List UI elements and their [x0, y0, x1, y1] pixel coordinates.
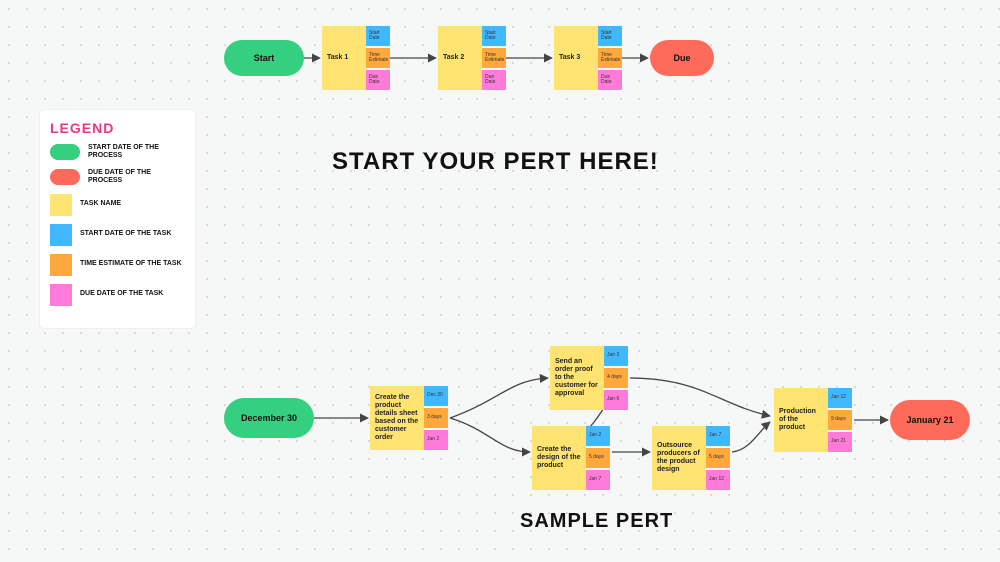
- legend-swatch-yellow: [50, 194, 72, 216]
- template-node-1-due: Due Date: [366, 70, 390, 90]
- sample-node-design-due: Jan 7: [586, 470, 610, 490]
- template-start-pill[interactable]: Start: [224, 40, 304, 76]
- legend-swatch-red: [50, 169, 80, 185]
- sample-due-label: January 21: [906, 415, 953, 425]
- sample-node-details-start: Dec 30: [424, 386, 448, 406]
- heading-start-pert: START YOUR PERT HERE!: [332, 148, 659, 176]
- sample-node-order-time: 4 days: [604, 368, 628, 388]
- template-node-3-task: Task 3: [554, 26, 598, 90]
- template-node-3-due: Due Date: [598, 70, 622, 90]
- sample-due-pill[interactable]: January 21: [890, 400, 970, 440]
- legend-row-taskdue: DUE DATE OF THE TASK: [50, 284, 185, 306]
- legend-swatch-pink: [50, 284, 72, 306]
- legend-row-due: DUE DATE OF THE PROCESS: [50, 169, 185, 186]
- legend-swatch-blue: [50, 224, 72, 246]
- legend-row-estimate: TIME ESTIMATE OF THE TASK: [50, 254, 185, 276]
- legend-panel: LEGEND START DATE OF THE PROCESS DUE DAT…: [40, 110, 195, 328]
- template-due-label: Due: [673, 53, 690, 63]
- template-node-2-due: Due Date: [482, 70, 506, 90]
- template-node-2-time: Time Estimate: [482, 48, 506, 68]
- template-node-3-time: Time Estimate: [598, 48, 622, 68]
- sample-node-outsource-task: Outsource producers of the product desig…: [652, 426, 706, 490]
- sample-node-outsource-start: Jan 7: [706, 426, 730, 446]
- sample-start-pill[interactable]: December 30: [224, 398, 314, 438]
- sample-node-design-start: Jan 2: [586, 426, 610, 446]
- template-node-1-task: Task 1: [322, 26, 366, 90]
- sample-node-production-task: Production of the product: [774, 388, 828, 452]
- legend-row-task: TASK NAME: [50, 194, 185, 216]
- sample-node-production-due: Jan 21: [828, 432, 852, 452]
- template-node-1-time: Time Estimate: [366, 48, 390, 68]
- heading-sample-pert: SAMPLE PERT: [520, 510, 673, 533]
- legend-swatch-green: [50, 144, 80, 160]
- template-due-pill[interactable]: Due: [650, 40, 714, 76]
- sample-node-design-time: 5 days: [586, 448, 610, 468]
- sample-node-order-start: Jan 2: [604, 346, 628, 366]
- sample-node-details-due: Jan 2: [424, 430, 448, 450]
- sample-node-production-start: Jan 12: [828, 388, 852, 408]
- sample-node-details-task: Create the product details sheet based o…: [370, 386, 424, 450]
- sample-start-label: December 30: [241, 413, 297, 423]
- legend-swatch-orange: [50, 254, 72, 276]
- template-node-2-task: Task 2: [438, 26, 482, 90]
- sample-node-order-task: Send an order proof to the customer for …: [550, 346, 604, 410]
- pert-canvas[interactable]: LEGEND START DATE OF THE PROCESS DUE DAT…: [0, 0, 1000, 562]
- legend-title: LEGEND: [50, 120, 185, 136]
- sample-node-order-due: Jan 6: [604, 390, 628, 410]
- template-node-1-start: Start Date: [366, 26, 390, 46]
- sample-node-design-task: Create the design of the product: [532, 426, 586, 490]
- sample-node-production-time: 9 days: [828, 410, 852, 430]
- sample-node-details-time: 3 days: [424, 408, 448, 428]
- template-start-label: Start: [254, 53, 275, 63]
- sample-node-outsource-due: Jan 12: [706, 470, 730, 490]
- template-node-3-start: Start Date: [598, 26, 622, 46]
- sample-node-outsource-time: 5 days: [706, 448, 730, 468]
- legend-row-start: START DATE OF THE PROCESS: [50, 144, 185, 161]
- template-node-2-start: Start Date: [482, 26, 506, 46]
- legend-row-taskstart: START DATE OF THE TASK: [50, 224, 185, 246]
